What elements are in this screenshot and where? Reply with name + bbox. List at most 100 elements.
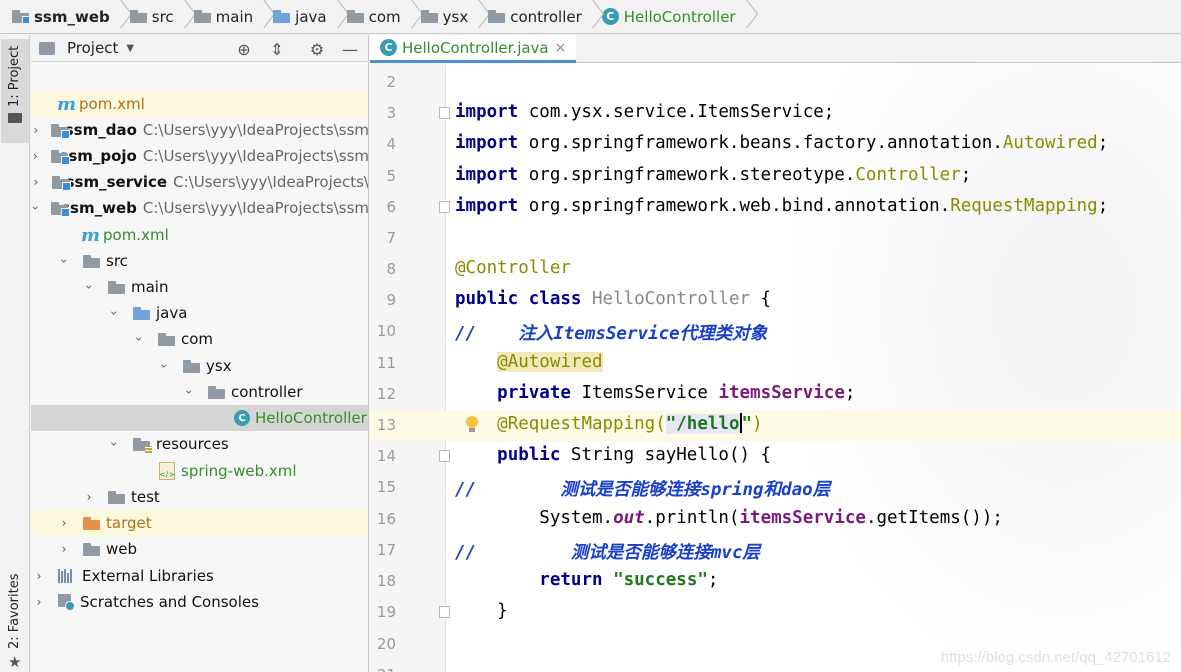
breadcrumb-item-hellocontroller[interactable]: C HelloController: [601, 0, 756, 34]
tree-item-ssm-service[interactable]: › ssm_service C:\Users\yyy\IdeaProjects\: [31, 169, 368, 195]
tree-item-target[interactable]: › target: [31, 510, 368, 536]
chevron-down-icon[interactable]: ›: [182, 386, 196, 398]
package-icon: [183, 359, 201, 373]
breadcrumb-separator: [180, 0, 190, 34]
tree-item-ssm-pojo[interactable]: › ssm_pojo C:\Users\yyy\IdeaProjects\ssm: [31, 143, 368, 169]
breadcrumb-item-main[interactable]: main: [193, 0, 273, 34]
breadcrumb-item-controller[interactable]: controller: [488, 0, 602, 34]
chevron-down-icon[interactable]: ›: [82, 281, 96, 293]
chevron-right-icon[interactable]: ›: [33, 123, 38, 137]
tree-item-external-libraries[interactable]: › External Libraries: [31, 563, 368, 589]
chevron-right-icon[interactable]: ›: [83, 490, 95, 504]
package-icon: [488, 10, 506, 23]
tree-item-scratches[interactable]: › Scratches and Consoles: [31, 589, 368, 615]
code-text: org.springframework.web.bind.annotation.: [518, 196, 951, 216]
breadcrumb-separator: [588, 0, 598, 34]
tab-label: HelloController.java: [402, 38, 549, 57]
tree-item-src[interactable]: › src: [31, 248, 368, 274]
code-line-current: 13 @RequestMapping("/hello "): [370, 410, 1181, 441]
line-number: 14: [376, 447, 396, 465]
favorites-tool-button[interactable]: 2: Favorites ★: [1, 573, 29, 671]
code-line: 15 // 测试是否能够连接spring和dao层: [370, 472, 1181, 503]
tree-item-ssm-web[interactable]: › ssm_web C:\Users\yyy\IdeaProjects\ssm: [31, 195, 369, 221]
locate-icon[interactable]: ⊕: [234, 39, 254, 59]
gear-icon[interactable]: ⚙: [307, 39, 327, 59]
folder-icon: [83, 542, 101, 556]
breadcrumb-item-ysx[interactable]: ysx: [420, 0, 489, 34]
breadcrumb-item-src[interactable]: src: [129, 0, 194, 34]
chevron-down-icon[interactable]: ›: [157, 360, 171, 372]
chevron-down-icon[interactable]: ›: [57, 255, 71, 267]
breadcrumb-separator: [116, 0, 126, 34]
code-text: com.ysx.service.ItemsService;: [518, 102, 835, 122]
tree-item-label: ysx: [206, 357, 232, 375]
chevron-down-icon[interactable]: ›: [132, 333, 146, 345]
breadcrumb-label: src: [151, 7, 174, 26]
line-number: 2: [386, 73, 396, 91]
project-view-selector[interactable]: Project: [67, 39, 118, 57]
chevron-right-icon[interactable]: ›: [33, 149, 38, 163]
minimize-icon[interactable]: —: [340, 39, 360, 59]
code-text: }: [497, 601, 508, 621]
tree-item-web[interactable]: › web: [31, 536, 368, 562]
line-number: 12: [376, 385, 396, 403]
chevron-right-icon[interactable]: ›: [33, 569, 45, 583]
star-icon: ★: [8, 653, 22, 671]
keyword: import: [455, 102, 519, 122]
libraries-icon: [58, 569, 76, 583]
tree-item-test[interactable]: › test: [31, 484, 368, 510]
chevron-down-icon[interactable]: ▼: [126, 43, 134, 54]
breadcrumb-separator: [259, 0, 269, 34]
tree-item-ysx[interactable]: › ysx: [31, 353, 368, 379]
line-number: 20: [376, 635, 396, 653]
fold-marker-icon[interactable]: [439, 107, 450, 119]
breadcrumb-label: HelloController: [623, 7, 736, 26]
breadcrumb-item-ssm-web[interactable]: ssm_web: [12, 0, 130, 34]
chevron-right-icon[interactable]: ›: [33, 175, 39, 189]
tree-item-label: ssm_pojo: [59, 147, 137, 165]
tree-item-main[interactable]: › main: [31, 274, 368, 300]
chevron-down-icon[interactable]: ›: [107, 307, 121, 319]
breadcrumb-label: ysx: [442, 7, 469, 26]
code-text: org.springframework.stereotype.: [518, 165, 856, 185]
tree-item-controller[interactable]: › controller: [31, 379, 368, 405]
comment-text: 测试是否能够连接spring和dao层: [476, 480, 831, 500]
tree-item-hellocontroller[interactable]: C HelloController: [31, 405, 368, 431]
code-text: .getItems());: [865, 508, 1003, 528]
tree-item-com[interactable]: › com: [31, 326, 368, 352]
chevron-right-icon[interactable]: ›: [33, 595, 45, 609]
tree-item-java[interactable]: › java: [31, 300, 368, 326]
fold-marker-icon[interactable]: [439, 606, 450, 618]
breadcrumb-label: main: [215, 7, 254, 26]
tree-item-spring-web-xml[interactable]: </> spring-web.xml: [31, 458, 368, 484]
tree-item-label: ssm_dao: [64, 121, 137, 139]
chevron-right-icon[interactable]: ›: [58, 516, 70, 530]
collapse-all-icon[interactable]: ⇕: [267, 39, 287, 59]
line-number: 5: [386, 167, 396, 185]
code-text: .println(: [644, 508, 740, 528]
breadcrumb-item-java[interactable]: java: [273, 0, 346, 34]
fold-marker-icon[interactable]: [439, 201, 450, 213]
tree-item-resources[interactable]: › resources: [31, 431, 368, 457]
chevron-right-icon[interactable]: ›: [58, 542, 70, 556]
code-line: 7: [370, 223, 1181, 254]
breadcrumb-item-com[interactable]: com: [346, 0, 421, 34]
tab-hellocontroller-java[interactable]: C HelloController.java ×: [370, 35, 577, 63]
folder-icon: [108, 280, 126, 294]
close-icon[interactable]: ×: [555, 40, 567, 56]
code-text: {: [750, 289, 772, 309]
tree-item-web-pom[interactable]: m pom.xml: [31, 222, 368, 248]
tree-item-ssm-dao[interactable]: › ssm_dao C:\Users\yyy\IdeaProjects\ssm: [31, 117, 368, 143]
code-line: 6 import org.springframework.web.bind.ann…: [370, 192, 1181, 223]
tree-item-label: pom.xml: [103, 226, 169, 244]
chevron-down-icon[interactable]: ›: [31, 206, 42, 211]
tree-item-path: C:\Users\yyy\IdeaProjects\ssm: [142, 199, 369, 217]
fold-marker-icon[interactable]: [439, 450, 450, 462]
tree-item-root-pom[interactable]: m pom.xml: [31, 91, 368, 117]
line-number: 15: [376, 478, 396, 496]
chevron-down-icon[interactable]: ›: [107, 438, 121, 450]
project-tool-button[interactable]: 1: Project: [1, 39, 29, 143]
line-number: 3: [386, 104, 396, 122]
line-number: 8: [386, 260, 396, 278]
tree-item-label: java: [156, 304, 188, 322]
